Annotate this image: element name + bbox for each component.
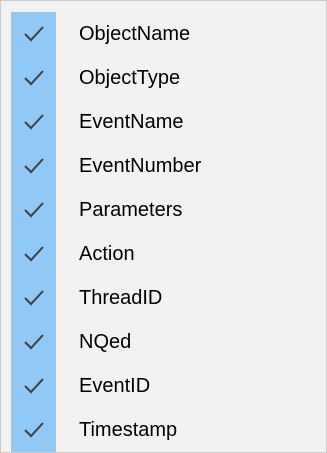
checkmark-icon — [24, 70, 44, 86]
checkmark-icon — [24, 290, 44, 306]
menu-item-list: ObjectName ObjectType EventName EventNum… — [1, 12, 326, 452]
menu-item-label: EventName — [79, 111, 184, 133]
menu-item-label: ObjectName — [79, 23, 191, 45]
menu-item-label: ObjectType — [79, 67, 181, 89]
checkmark-icon — [24, 202, 44, 218]
menu-item-eventid[interactable]: EventID — [1, 364, 326, 408]
menu-item-nqed[interactable]: NQed — [1, 320, 326, 364]
menu-item-label: Action — [79, 243, 135, 265]
checkmark-icon — [24, 246, 44, 262]
menu-item-label: NQed — [79, 331, 132, 353]
menu-item-eventname[interactable]: EventName — [1, 100, 326, 144]
checkmark-icon — [24, 114, 44, 130]
menu-item-action[interactable]: Action — [1, 232, 326, 276]
menu-item-timestamp[interactable]: Timestamp — [1, 408, 326, 452]
checkmark-icon — [24, 158, 44, 174]
column-chooser-menu: ObjectName ObjectType EventName EventNum… — [0, 0, 327, 453]
menu-item-threadid[interactable]: ThreadID — [1, 276, 326, 320]
menu-item-objectname[interactable]: ObjectName — [1, 12, 326, 56]
menu-item-label: Timestamp — [79, 419, 178, 441]
menu-item-label: Parameters — [79, 199, 183, 221]
menu-item-label: ThreadID — [79, 287, 163, 309]
checkmark-icon — [24, 422, 44, 438]
menu-item-label: EventNumber — [79, 155, 202, 177]
checkmark-icon — [24, 378, 44, 394]
menu-item-parameters[interactable]: Parameters — [1, 188, 326, 232]
menu-item-objecttype[interactable]: ObjectType — [1, 56, 326, 100]
checkmark-icon — [24, 334, 44, 350]
menu-item-label: EventID — [79, 375, 151, 397]
checkmark-icon — [24, 26, 44, 42]
menu-item-eventnumber[interactable]: EventNumber — [1, 144, 326, 188]
